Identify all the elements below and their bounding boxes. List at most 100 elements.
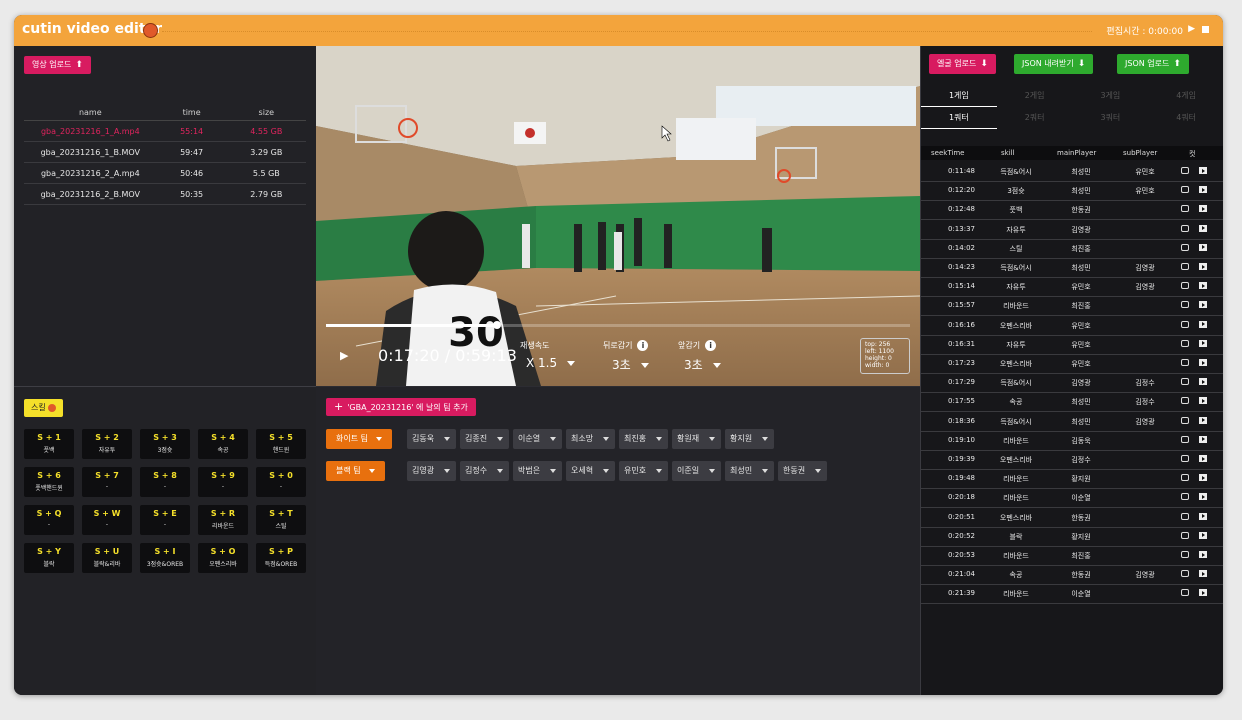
hotkey-button[interactable]: S + 1 풋백 [24, 429, 74, 459]
hotkey-button[interactable]: S + T 스틸 [256, 505, 306, 535]
loop-icon[interactable] [1181, 339, 1189, 347]
loop-icon[interactable] [1181, 378, 1189, 386]
player-chip[interactable]: 황지원 [725, 429, 775, 449]
event-row[interactable]: 0:20:52 블락 황지원 [921, 528, 1223, 547]
loop-icon[interactable] [1181, 397, 1189, 405]
hotkey-button[interactable]: S + Y 블락 [24, 543, 74, 573]
event-row[interactable]: 0:14:02 스틸 최진홍 [921, 240, 1223, 259]
play-icon[interactable] [1199, 397, 1207, 405]
loop-icon[interactable] [1181, 205, 1189, 213]
player-chip[interactable]: 한동권 [778, 461, 828, 481]
event-upload-button[interactable]: 엘굴 업로드 ⬇ [929, 54, 996, 74]
player-chip[interactable]: 이순열 [513, 429, 563, 449]
tab[interactable]: 4쿼터 [1148, 108, 1223, 128]
hotkey-button[interactable]: S + O 오펜스리바 [198, 543, 248, 573]
json-export-button[interactable]: JSON 내려받기 ⬇ [1014, 54, 1094, 74]
player-chip[interactable]: 최소망 [566, 429, 616, 449]
loop-icon[interactable] [1181, 359, 1189, 366]
play-icon[interactable] [1199, 186, 1207, 194]
event-row[interactable]: 0:16:31 자유투 유민호 [921, 336, 1223, 355]
event-row[interactable]: 0:21:04 속공 한동권 김영광 [921, 566, 1223, 586]
tab[interactable]: 2게임 [997, 86, 1073, 106]
hotkey-button[interactable]: S + 9 - [198, 467, 248, 497]
event-row[interactable]: 0:15:57 리바운드 최진홍 [921, 297, 1223, 317]
player-chip[interactable]: 김영광 [407, 461, 457, 481]
event-row[interactable]: 0:18:36 득점&어시 최성민 김영광 [921, 413, 1223, 432]
hotkey-button[interactable]: S + R 리바운드 [198, 505, 248, 535]
event-row[interactable]: 0:21:39 리바운드 이순열 [921, 585, 1223, 605]
play-icon[interactable] [1199, 512, 1207, 520]
player-chip[interactable]: 박범은 [513, 461, 563, 481]
tab[interactable]: 3게임 [1073, 86, 1149, 106]
event-row[interactable]: 0:12:48 풋백 한동권 [921, 201, 1223, 221]
event-row[interactable]: 0:20:51 오펜스리바 한동권 [921, 509, 1223, 528]
video-player[interactable]: 30 ▶ 0:17:20 / 0:59:13 재생속도 X 1.5 뒤로감기 i … [316, 46, 920, 386]
loop-icon[interactable] [1181, 474, 1189, 482]
event-row[interactable]: 0:15:14 자유투 유민호 김영광 [921, 278, 1223, 298]
tab[interactable]: 1쿼터 [921, 108, 997, 129]
play-icon[interactable] [1199, 243, 1207, 251]
play-icon[interactable] [1199, 493, 1207, 501]
loop-icon[interactable] [1181, 301, 1189, 309]
loop-icon[interactable] [1181, 416, 1189, 424]
player-chip[interactable]: 이준일 [672, 461, 722, 481]
play-icon[interactable] [1199, 531, 1207, 539]
play-button[interactable]: ▶ [340, 349, 348, 362]
event-row[interactable]: 0:13:37 자유투 김영광 [921, 221, 1223, 240]
event-row[interactable]: 0:19:48 리바운드 황지원 [921, 470, 1223, 490]
tab[interactable]: 1게임 [921, 86, 997, 107]
loop-icon[interactable] [1181, 167, 1189, 174]
hotkey-button[interactable]: S + 2 자유투 [82, 429, 132, 459]
play-icon[interactable] [1199, 378, 1207, 386]
hotkey-button[interactable]: S + 6 풋백핸드윈 [24, 467, 74, 497]
white-team-button[interactable]: 화이트 팀 [326, 429, 392, 449]
loop-icon[interactable] [1181, 455, 1189, 462]
event-row[interactable]: 0:20:53 리바운드 최진홍 [921, 547, 1223, 566]
event-row[interactable]: 0:16:16 오펜스리바 유민호 [921, 317, 1223, 336]
player-chip[interactable]: 최진홍 [619, 429, 669, 449]
player-chip[interactable]: 최성민 [725, 461, 775, 481]
hotkey-button[interactable]: S + W - [82, 505, 132, 535]
loop-icon[interactable] [1181, 320, 1189, 328]
loop-icon[interactable] [1181, 531, 1189, 539]
forward-select[interactable]: 3초 [684, 356, 721, 373]
hotkey-button[interactable]: S + 4 속공 [198, 429, 248, 459]
hotkey-button[interactable]: S + 3 3점슛 [140, 429, 190, 459]
play-icon[interactable] [1199, 205, 1207, 213]
hotkey-button[interactable]: S + E - [140, 505, 190, 535]
loop-icon[interactable] [1181, 186, 1189, 194]
event-row[interactable]: 0:17:55 속공 최성민 김정수 [921, 393, 1223, 413]
hotkey-button[interactable]: S + 0 - [256, 467, 306, 497]
info-icon[interactable]: i [637, 340, 649, 351]
hotkey-button[interactable]: S + U 블락&리바 [82, 543, 132, 573]
file-row[interactable]: gba_20231216_2_B.MOV 50:35 2.79 GB [24, 183, 306, 205]
info-icon[interactable]: i [705, 340, 717, 351]
loop-icon[interactable] [1181, 512, 1189, 520]
event-row[interactable]: 0:11:48 득점&어시 최성민 유민호 [921, 163, 1223, 182]
json-upload-button[interactable]: JSON 업로드 ⬆ [1117, 54, 1189, 74]
play-icon[interactable] [1199, 416, 1207, 424]
play-icon[interactable] [1199, 359, 1207, 366]
play-icon[interactable] [1199, 320, 1207, 328]
tab[interactable]: 4게임 [1148, 86, 1223, 106]
play-icon[interactable] [1199, 339, 1207, 347]
loop-icon[interactable] [1181, 243, 1189, 251]
skill-button[interactable]: 스킬 [24, 399, 64, 417]
play-icon[interactable] [1199, 455, 1207, 462]
loop-icon[interactable] [1181, 282, 1189, 290]
hotkey-button[interactable]: S + P 득점&OREB [256, 543, 306, 573]
play-icon[interactable] [1199, 263, 1207, 270]
hotkey-button[interactable]: S + I 3점슛&OREB [140, 543, 190, 573]
event-row[interactable]: 0:12:20 3점슛 최성민 유민호 [921, 182, 1223, 202]
hotkey-button[interactable]: S + 7 - [82, 467, 132, 497]
tab[interactable]: 3쿼터 [1073, 108, 1149, 128]
event-row[interactable]: 0:19:39 오펜스리바 김정수 [921, 451, 1223, 470]
player-chip[interactable]: 김정수 [460, 461, 510, 481]
play-icon[interactable] [1199, 474, 1207, 482]
speed-select[interactable]: X 1.5 [526, 356, 576, 370]
play-icon[interactable] [1199, 224, 1207, 232]
loop-icon[interactable] [1181, 224, 1189, 232]
play-icon[interactable] [1199, 282, 1207, 290]
file-row[interactable]: gba_20231216_1_B.MOV 59:47 3.29 GB [24, 141, 306, 163]
play-icon[interactable] [1199, 435, 1207, 443]
